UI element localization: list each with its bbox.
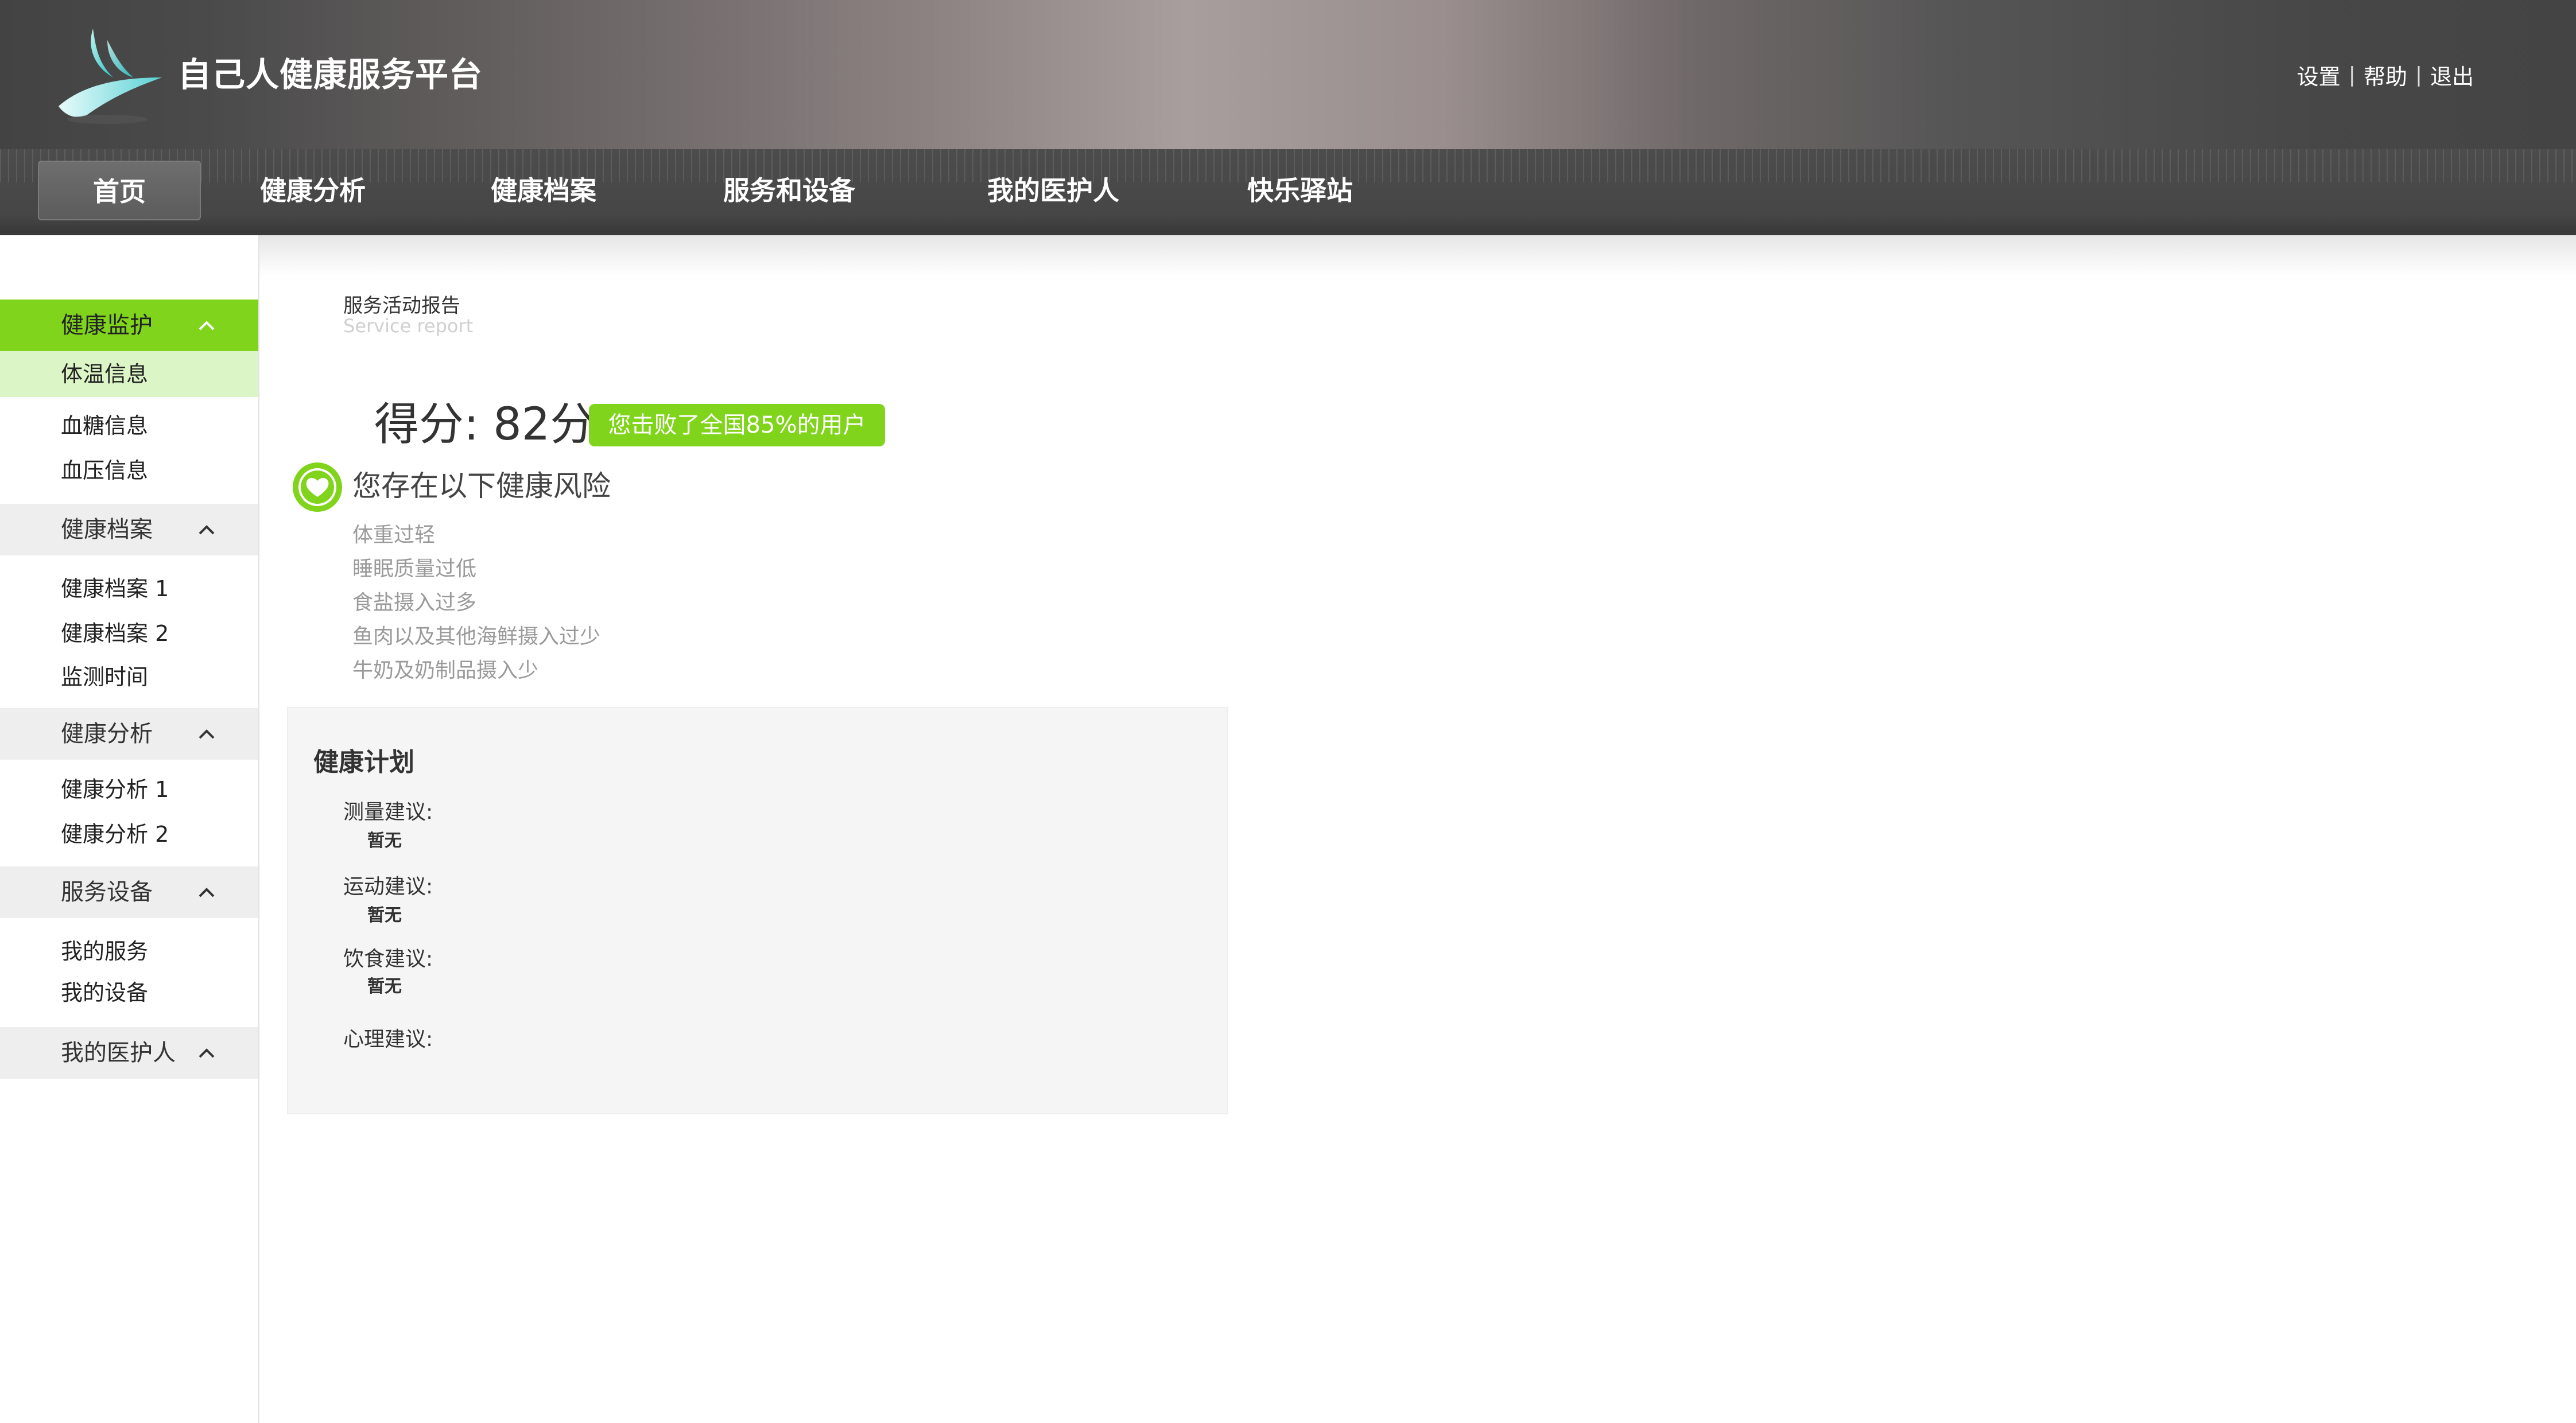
sidebar-group-label: 我的医护人 xyxy=(61,1040,176,1066)
settings-link[interactable]: 设置 xyxy=(2297,59,2341,91)
heart-icon xyxy=(293,462,342,512)
rank-badge: 您击败了全国85%的用户 xyxy=(589,404,885,446)
sidebar-group-label: 健康分析 xyxy=(61,721,153,747)
risk-item: 牛奶及奶制品摄入少 xyxy=(352,659,539,682)
risk-item: 体重过轻 xyxy=(352,523,436,547)
exercise-advice-label: 运动建议: xyxy=(343,875,433,899)
risk-title: 您存在以下健康风险 xyxy=(352,469,611,503)
score-text: 得分: 82分 xyxy=(374,399,595,450)
nav-happy-station[interactable]: 快乐驿站 xyxy=(1228,161,1372,220)
measure-advice-label: 测量建议: xyxy=(343,800,433,824)
diet-advice-label: 饮食建议: xyxy=(343,947,433,971)
exercise-advice-value: 暂无 xyxy=(367,905,402,926)
site-title: 自己人健康服务平台 xyxy=(178,55,483,94)
sidebar-group-health-records[interactable]: 健康档案 xyxy=(0,504,258,555)
risk-list: 体重过轻 睡眠质量过低 食盐摄入过多 鱼肉以及其他海鲜摄入过少 牛奶及奶制品摄入… xyxy=(352,521,600,690)
sidebar-group-health-monitoring[interactable]: 健康监护 xyxy=(0,300,258,351)
report-subtitle: Service report xyxy=(343,315,474,337)
chevron-up-icon[interactable] xyxy=(195,504,218,555)
risk-item: 鱼肉以及其他海鲜摄入过少 xyxy=(352,625,601,648)
nav-health-records[interactable]: 健康档案 xyxy=(472,161,615,220)
sidebar-item-my-devices[interactable]: 我的设备 xyxy=(0,970,258,1016)
sidebar-item-monitor-time[interactable]: 监测时间 xyxy=(0,654,258,700)
health-plan-panel xyxy=(287,707,1228,1114)
link-separator: | xyxy=(2348,63,2356,87)
help-link[interactable]: 帮助 xyxy=(2364,59,2407,91)
sidebar-item-record-1[interactable]: 健康档案 1 xyxy=(0,566,258,612)
content-top-shadow xyxy=(259,235,2576,275)
sidebar-group-my-caregivers[interactable]: 我的医护人 xyxy=(0,1027,258,1079)
chevron-up-icon[interactable] xyxy=(195,300,218,351)
diet-advice-value: 暂无 xyxy=(367,977,402,997)
sidebar-group-label: 健康档案 xyxy=(61,516,153,543)
sidebar-group-label: 服务设备 xyxy=(61,879,153,905)
risk-item: 睡眠质量过低 xyxy=(352,557,477,581)
sidebar-item-blood-sugar[interactable]: 血糖信息 xyxy=(0,403,258,449)
chevron-up-icon[interactable] xyxy=(195,708,218,760)
psych-advice-label: 心理建议: xyxy=(343,1028,433,1051)
sidebar-item-record-2[interactable]: 健康档案 2 xyxy=(0,611,258,656)
main-nav: 首页 健康分析 健康档案 服务和设备 我的医护人 快乐驿站 xyxy=(0,149,2576,235)
health-plan-title: 健康计划 xyxy=(313,748,414,777)
sidebar-item-analysis-2[interactable]: 健康分析 2 xyxy=(0,811,258,857)
sidebar-group-label: 健康监护 xyxy=(61,312,153,339)
chevron-up-icon[interactable] xyxy=(195,1027,218,1079)
measure-advice-value: 暂无 xyxy=(367,831,402,851)
top-links: 设置 | 帮助 | 退出 xyxy=(2297,57,2474,92)
sidebar-item-my-services[interactable]: 我的服务 xyxy=(0,928,258,974)
nav-services-devices[interactable]: 服务和设备 xyxy=(706,161,872,220)
sidebar-item-blood-pressure[interactable]: 血压信息 xyxy=(0,448,258,493)
report-title: 服务活动报告 xyxy=(343,294,460,317)
bird-logo-icon[interactable] xyxy=(53,23,168,126)
sidebar-group-service-devices[interactable]: 服务设备 xyxy=(0,866,258,918)
nav-home[interactable]: 首页 xyxy=(38,161,201,220)
sidebar-item-temperature[interactable]: 体温信息 xyxy=(0,351,258,397)
link-separator: | xyxy=(2415,63,2422,87)
chevron-up-icon[interactable] xyxy=(195,866,218,918)
risk-item: 食盐摄入过多 xyxy=(352,591,477,615)
sidebar-group-health-analysis[interactable]: 健康分析 xyxy=(0,708,258,760)
nav-my-caregivers[interactable]: 我的医护人 xyxy=(970,161,1136,220)
logout-link[interactable]: 退出 xyxy=(2430,59,2474,91)
nav-health-analysis[interactable]: 健康分析 xyxy=(241,161,385,220)
sidebar-item-analysis-1[interactable]: 健康分析 1 xyxy=(0,767,258,812)
header: 自己人健康服务平台 设置 | 帮助 | 退出 xyxy=(0,0,2576,149)
